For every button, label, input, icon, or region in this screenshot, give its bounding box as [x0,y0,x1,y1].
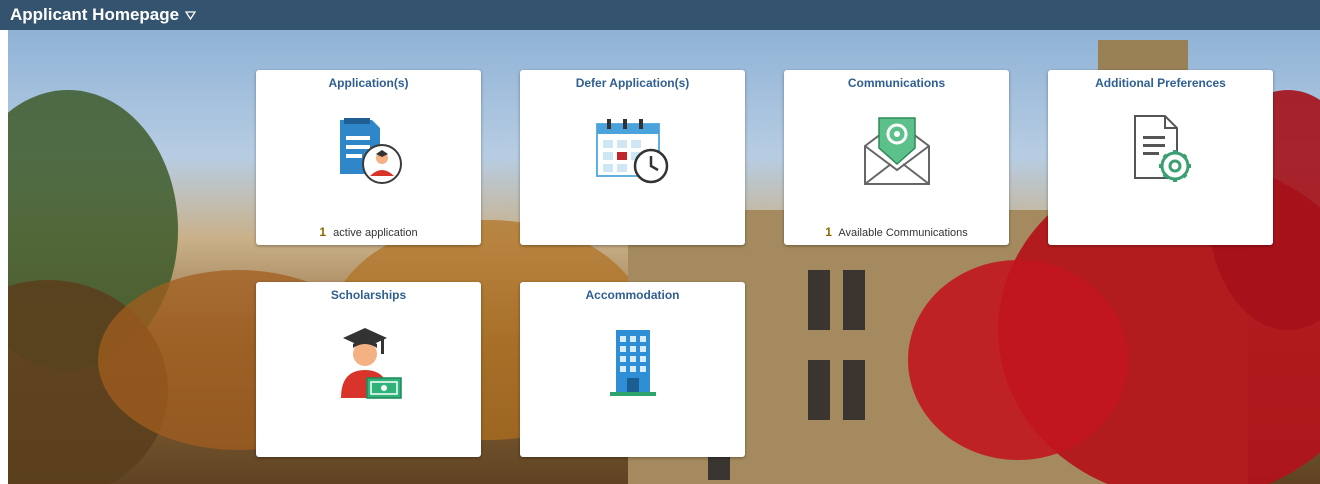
calendar-clock-icon [593,116,673,191]
count-badge: 1 [319,225,327,239]
page-title: Applicant Homepage [10,5,180,24]
tile-accommodation[interactable]: Accommodation [520,282,745,457]
tile-scholarships[interactable]: Scholarships [256,282,481,457]
tile-defer-applications[interactable]: Defer Application(s) [520,70,745,245]
graduate-student-icon [333,322,405,405]
tile-footer: 1 Available Communications [784,225,1009,239]
footer-text: Available Communications [838,227,968,239]
tile-title: Defer Application(s) [575,76,690,90]
building-icon [608,326,658,405]
tile-communications[interactable]: Communications 1 Available Communication… [784,70,1009,245]
tile-title: Scholarships [330,288,407,302]
document-gear-icon [1125,112,1197,191]
tile-additional-preferences[interactable]: Additional Preferences [1048,70,1273,245]
tile-footer: 1 active application [256,225,481,239]
count-badge: 1 [825,225,832,239]
applicant-homepage: Applicant Homepage Application(s) 1 acti… [0,0,1320,484]
tile-applications[interactable]: Application(s) 1 active application [256,70,481,245]
tile-title: Application(s) [328,76,409,90]
chevron-down-icon[interactable] [185,10,197,20]
footer-text: active application [333,227,418,239]
tile-title: Additional Preferences [1095,76,1226,90]
tile-title: Communications [847,76,946,90]
application-document-icon [332,114,406,193]
tile-title: Accommodation [585,288,680,302]
page-header: Applicant Homepage [0,0,1320,30]
email-envelope-icon [861,114,933,193]
